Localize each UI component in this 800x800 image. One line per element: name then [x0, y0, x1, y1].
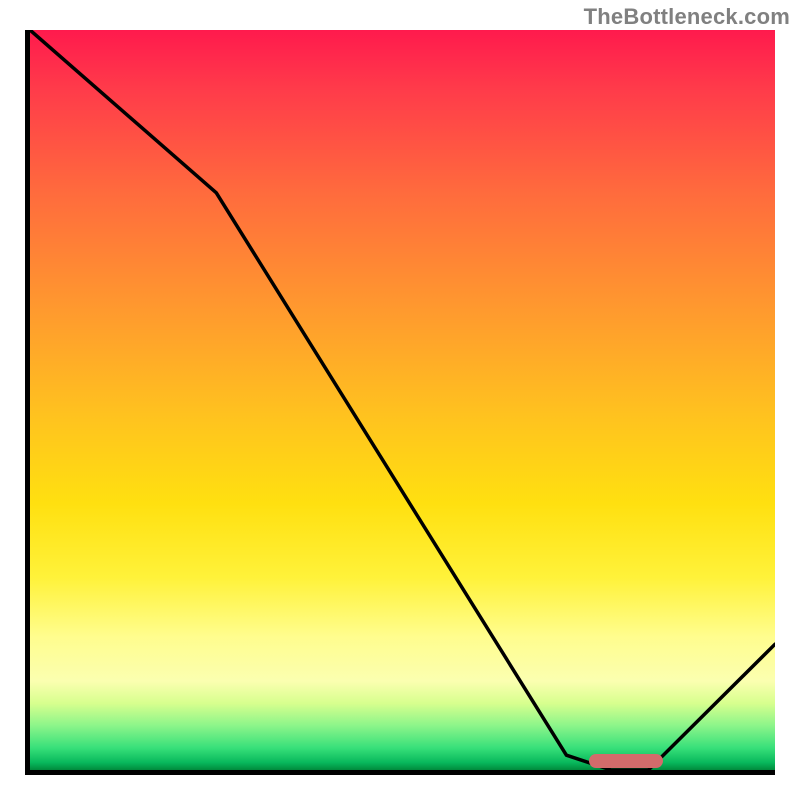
plot-area [25, 30, 775, 775]
bottleneck-curve [30, 30, 775, 770]
chart-container: TheBottleneck.com [0, 0, 800, 800]
optimal-marker [589, 754, 664, 768]
watermark-text: TheBottleneck.com [584, 4, 790, 30]
